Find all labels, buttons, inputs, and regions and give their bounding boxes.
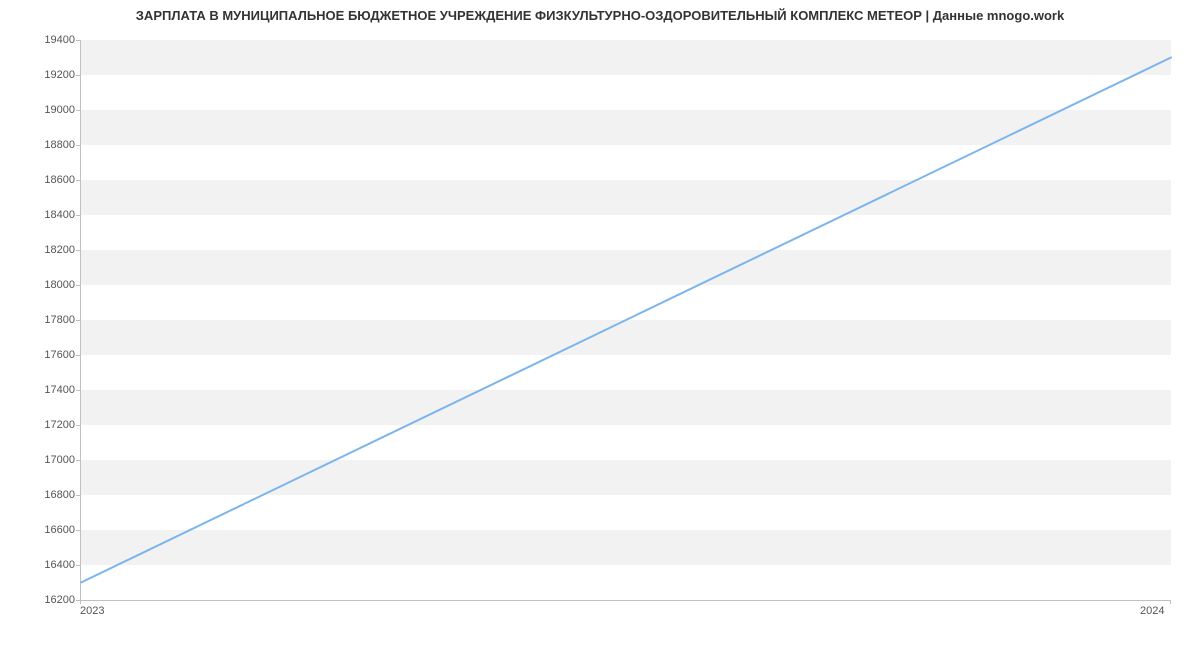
y-tick-mark (76, 250, 80, 251)
y-tick-mark (76, 215, 80, 216)
y-tick-mark (76, 285, 80, 286)
y-tick-label: 18400 (5, 209, 75, 221)
x-tick-mark (80, 600, 81, 604)
y-tick-mark (76, 180, 80, 181)
y-tick-label: 17200 (5, 419, 75, 431)
line-layer (81, 40, 1171, 600)
y-tick-label: 18800 (5, 139, 75, 151)
y-tick-mark (76, 460, 80, 461)
y-tick-label: 17000 (5, 454, 75, 466)
y-tick-label: 16200 (5, 594, 75, 606)
y-tick-mark (76, 320, 80, 321)
y-tick-mark (76, 425, 80, 426)
x-tick-label: 2023 (80, 605, 104, 617)
x-tick-label: 2024 (1140, 605, 1164, 617)
x-tick-mark (1170, 600, 1171, 604)
y-tick-label: 16600 (5, 524, 75, 536)
chart-container: ЗАРПЛАТА В МУНИЦИПАЛЬНОЕ БЮДЖЕТНОЕ УЧРЕЖ… (0, 0, 1200, 650)
y-tick-label: 17400 (5, 384, 75, 396)
y-tick-label: 19400 (5, 34, 75, 46)
y-tick-label: 17600 (5, 349, 75, 361)
y-tick-label: 17800 (5, 314, 75, 326)
y-tick-mark (76, 75, 80, 76)
y-tick-label: 18000 (5, 279, 75, 291)
y-tick-mark (76, 110, 80, 111)
y-tick-mark (76, 145, 80, 146)
plot-area (80, 40, 1171, 601)
y-tick-mark (76, 530, 80, 531)
y-tick-label: 16800 (5, 489, 75, 501)
y-tick-label: 19200 (5, 69, 75, 81)
y-tick-mark (76, 565, 80, 566)
y-tick-label: 19000 (5, 104, 75, 116)
series-line (81, 58, 1171, 583)
chart-title: ЗАРПЛАТА В МУНИЦИПАЛЬНОЕ БЮДЖЕТНОЕ УЧРЕЖ… (0, 8, 1200, 23)
y-tick-mark (76, 40, 80, 41)
y-tick-mark (76, 390, 80, 391)
y-tick-label: 16400 (5, 559, 75, 571)
y-tick-mark (76, 355, 80, 356)
y-tick-label: 18600 (5, 174, 75, 186)
y-tick-label: 18200 (5, 244, 75, 256)
y-tick-mark (76, 495, 80, 496)
